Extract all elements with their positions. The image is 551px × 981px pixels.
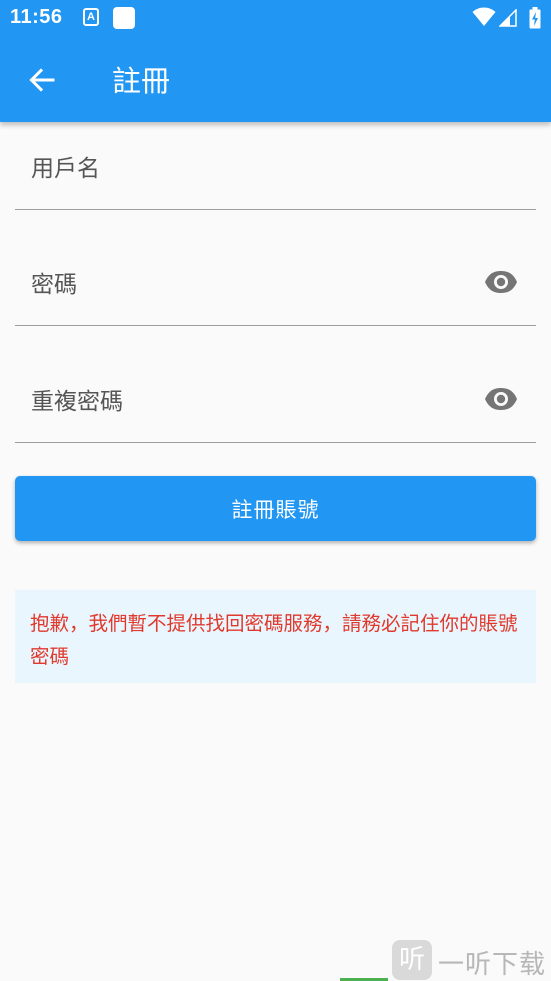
back-button[interactable]	[22, 60, 62, 100]
watermark-text: 一听下载	[438, 950, 547, 980]
register-account-button[interactable]: 註冊賬號	[15, 476, 536, 541]
notice-text: 抱歉，我們暫不提供找回密碼服務，請務必記住你的賬號密碼	[30, 612, 518, 668]
confirm-password-placeholder: 重複密碼	[31, 389, 123, 415]
watermark-logo-icon: 听	[392, 940, 432, 980]
text-a-notification-icon: A	[83, 8, 99, 26]
username-placeholder: 用戶名	[31, 156, 100, 182]
password-recovery-notice: 抱歉，我們暫不提供找回密碼服務，請務必記住你的賬號密碼	[15, 590, 536, 683]
square-notification-icon	[113, 7, 135, 29]
arrow-left-icon	[29, 68, 55, 92]
password-field[interactable]: 密碼	[15, 210, 536, 326]
register-account-label: 註冊賬號	[231, 497, 320, 522]
confirm-password-field[interactable]: 重複密碼	[15, 327, 536, 443]
eye-icon[interactable]	[484, 387, 518, 411]
app-bar: 11:56 A 註冊	[0, 0, 551, 122]
wifi-icon	[472, 7, 496, 26]
status-bar: 11:56 A	[0, 0, 551, 38]
eye-icon[interactable]	[484, 270, 518, 294]
cell-signal-icon	[499, 9, 517, 27]
password-placeholder: 密碼	[31, 272, 77, 298]
page-title: 註冊	[112, 64, 171, 98]
battery-charging-icon	[529, 7, 541, 29]
status-time: 11:56	[10, 6, 63, 28]
watermark: 听 一听下载	[390, 938, 551, 981]
